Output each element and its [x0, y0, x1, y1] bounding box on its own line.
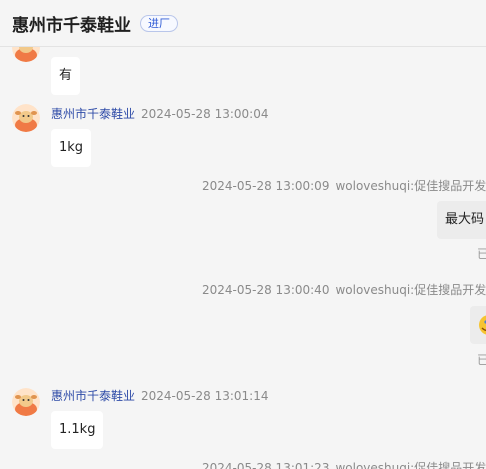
message-text: 最大码	[445, 212, 485, 227]
message-bubble[interactable]	[470, 306, 486, 344]
sender-name: woloveshuqi:促佳搜品开发部	[335, 461, 486, 469]
chat-title[interactable]: 惠州市千泰鞋业	[12, 11, 131, 36]
avatar-cow-icon	[12, 388, 40, 416]
message-text: 1kg	[59, 140, 84, 155]
smiling-emoji-icon	[479, 315, 486, 335]
sender-name: woloveshuqi:促佳搜品开发部	[335, 283, 486, 297]
sender-name[interactable]: 惠州市千泰鞋业	[51, 389, 135, 403]
message-time: 2024-05-28 13:01:14	[141, 389, 269, 403]
message-sender-line: 惠州市千泰鞋业 2024-05-28 13:00:04	[51, 105, 268, 122]
chat-area: 有 惠州市千泰鞋业 2024-05-28 13:00:04 1kg 2024-05…	[0, 0, 486, 469]
message-bubble[interactable]: 最大码	[437, 201, 486, 239]
message-bubble[interactable]: 1.1kg	[51, 411, 104, 449]
message-meta: 2024-05-28 13:00:09 woloveshuqi:促佳搜品开发部	[202, 177, 486, 194]
status-badge: 进厂	[140, 14, 178, 32]
message-time: 2024-05-28 13:01:23	[202, 461, 330, 469]
message-meta: 2024-05-28 13:01:23 woloveshuqi:促佳搜品开发部	[202, 459, 486, 469]
message-meta: 2024-05-28 13:00:40 woloveshuqi:促佳搜品开发部	[202, 281, 486, 298]
message-text: 有	[59, 68, 73, 83]
message-time: 2024-05-28 13:00:04	[141, 107, 269, 121]
message-time: 2024-05-28 13:00:40	[202, 283, 330, 297]
message-bubble[interactable]: 1kg	[51, 129, 92, 167]
avatar[interactable]	[12, 388, 40, 416]
message-sender-line: 惠州市千泰鞋业 2024-05-28 13:01:14	[51, 387, 268, 404]
avatar[interactable]	[12, 104, 40, 132]
avatar-cow-icon	[12, 104, 40, 132]
message-text: 1.1kg	[59, 422, 96, 437]
chat-header: 惠州市千泰鞋业 进厂	[0, 0, 486, 47]
message-time: 2024-05-28 13:00:09	[202, 179, 330, 193]
sender-name: woloveshuqi:促佳搜品开发部	[335, 179, 486, 193]
read-status: 已	[477, 353, 486, 367]
read-status: 已	[477, 247, 486, 261]
message-bubble[interactable]: 有	[51, 57, 81, 95]
sender-name[interactable]: 惠州市千泰鞋业	[51, 107, 135, 121]
